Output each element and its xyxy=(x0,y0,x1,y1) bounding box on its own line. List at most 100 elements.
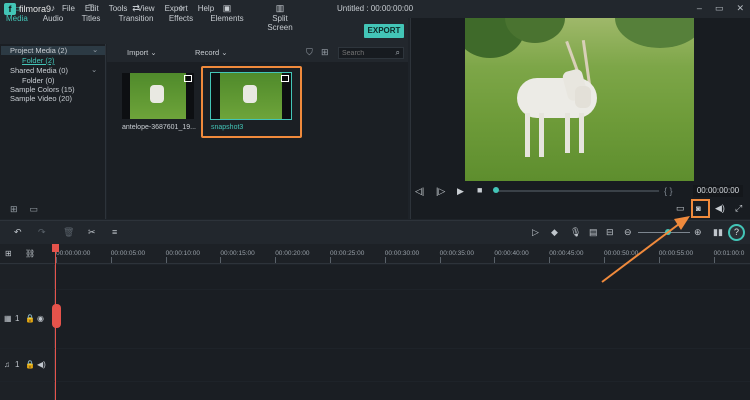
adjust-icon[interactable]: ≡ xyxy=(112,227,117,237)
ruler-tick-label: 00:00:20:00 xyxy=(275,250,310,257)
image-icon: ▣ xyxy=(222,3,232,13)
zoom-in-icon[interactable]: ⊕ xyxy=(694,227,702,238)
lock-icon[interactable]: 🔒 xyxy=(25,360,35,369)
zoom-slider-handle[interactable] xyxy=(665,229,671,235)
filter-icon[interactable]: ⛉ xyxy=(306,47,313,58)
toggle-panel-icon[interactable]: ▮▮ xyxy=(713,227,723,238)
audio-track-number: 1 xyxy=(15,360,20,369)
zoom-out-icon[interactable]: ⊖ xyxy=(624,227,632,238)
fit-timeline-icon[interactable]: ⊟ xyxy=(606,227,614,238)
record-dropdown[interactable]: Record ⌄ xyxy=(195,48,228,57)
ruler-tick xyxy=(604,257,605,263)
add-folder-icon[interactable]: ⊞ xyxy=(10,204,18,215)
tab-titles[interactable]: T Titles xyxy=(80,3,102,23)
library-item-label: Shared Media (0) xyxy=(10,66,68,75)
camera-snapshot-icon[interactable]: ◙ xyxy=(696,204,701,213)
library-item-sample-colors[interactable]: Sample Colors (15) xyxy=(10,85,75,94)
grid-view-icon[interactable]: ⊞ xyxy=(321,47,329,58)
text-icon: T xyxy=(88,3,94,13)
stop-icon[interactable]: ■ xyxy=(477,185,482,195)
clip-label: antelope-3687601_19... xyxy=(122,124,196,131)
redo-icon[interactable]: ↷ xyxy=(38,227,46,238)
previous-frame-icon[interactable]: ◁| xyxy=(415,186,424,197)
link-icon[interactable]: ⛓ xyxy=(25,249,35,258)
split-screen-icon: ▥ xyxy=(275,3,285,13)
tab-split-screen[interactable]: ▥ Split Screen xyxy=(260,3,300,32)
zoom-slider[interactable] xyxy=(638,232,690,233)
library-item-folder-2[interactable]: Folder (2) xyxy=(22,56,55,65)
video-track[interactable] xyxy=(56,290,750,348)
tab-elements[interactable]: ▣ Elements xyxy=(210,3,244,23)
ruler-tick xyxy=(439,257,441,263)
export-button[interactable]: EXPORT xyxy=(364,24,404,38)
play-icon[interactable]: ▶ xyxy=(457,186,464,197)
preview-video xyxy=(465,18,694,181)
close-button[interactable]: ✕ xyxy=(736,3,744,14)
track-header-bottom xyxy=(0,382,55,400)
add-track-icon[interactable]: ⊞ xyxy=(5,249,12,258)
step-back-icon[interactable]: |▷ xyxy=(436,186,445,197)
ruler-tick-label: 00:00:50:00 xyxy=(604,250,639,257)
ruler-tick-label: 00:00:15:00 xyxy=(220,250,255,257)
chevron-down-icon: ⌄ xyxy=(150,48,157,57)
chevron-down-icon[interactable]: ⌄ xyxy=(92,45,98,54)
help-button[interactable]: ? xyxy=(728,224,745,241)
letterbox-left xyxy=(122,73,130,119)
ruler-tick xyxy=(713,257,715,263)
undo-icon[interactable]: ↶ xyxy=(14,227,22,238)
tab-media-label: Media xyxy=(6,14,28,23)
library-item-folder-0[interactable]: Folder (0) xyxy=(22,76,55,85)
volume-icon[interactable]: ◀) xyxy=(715,203,725,214)
antelope-thumbnail xyxy=(243,85,257,103)
tab-media[interactable]: ▭ Media xyxy=(6,3,28,23)
antelope-leg xyxy=(539,113,544,157)
clip-label: snapshot3 xyxy=(211,124,244,131)
chevron-down-icon[interactable]: ⌄ xyxy=(91,65,97,74)
speaker-icon[interactable]: ◀) xyxy=(37,360,46,369)
clip-thumbnail[interactable] xyxy=(122,73,194,119)
audio-mixer-icon[interactable]: ▤ xyxy=(589,227,598,238)
chevron-down-icon: ⌄ xyxy=(221,48,228,57)
library-item-project-media[interactable]: Project Media (2) ⌄ xyxy=(1,45,105,55)
minimize-button[interactable]: – xyxy=(697,3,702,14)
library-item-shared-media[interactable]: Shared Media (0) ⌄ xyxy=(10,65,102,75)
media-type-icon xyxy=(184,75,192,82)
music-note-icon: ♫ xyxy=(4,360,10,369)
mark-in-out-icons[interactable]: { } xyxy=(664,186,673,196)
import-dropdown[interactable]: Import ⌄ xyxy=(127,48,157,57)
media-library-panel: Project Media (2) ⌄ Folder (2) Shared Me… xyxy=(0,44,106,219)
antelope-head xyxy=(575,86,591,108)
delete-icon[interactable]: 🗑 xyxy=(63,227,74,238)
search-icon[interactable]: ⌕ xyxy=(396,48,400,58)
clip-thumbnail[interactable] xyxy=(210,72,292,120)
marker-icon[interactable]: ◆ xyxy=(551,227,558,238)
playback-progress-handle[interactable] xyxy=(493,187,499,193)
ruler-tick-label: 00:00:30:00 xyxy=(384,250,420,257)
render-preview-icon[interactable]: ▭ xyxy=(676,203,685,214)
folder-icon[interactable]: ▭ xyxy=(30,204,39,215)
playback-progress-bar[interactable] xyxy=(495,190,659,192)
tab-audio[interactable]: ♪ Audio xyxy=(40,3,66,23)
render-icon[interactable]: ▷ xyxy=(532,227,539,238)
search-input[interactable] xyxy=(342,49,390,58)
ruler-tick-label: 00:00:00:00 xyxy=(56,250,91,257)
lock-icon[interactable]: 🔒 xyxy=(25,314,35,323)
maximize-button[interactable]: ▭ xyxy=(715,3,724,14)
tab-effects[interactable]: ✧ Effects xyxy=(168,3,194,23)
library-item-sample-video[interactable]: Sample Video (20) xyxy=(10,94,72,103)
search-box: ⌕ xyxy=(338,47,404,59)
playhead-marker[interactable] xyxy=(52,244,59,252)
cut-icon[interactable]: ✂ xyxy=(88,227,96,238)
effects-icon: ✧ xyxy=(177,3,185,13)
antelope-leg xyxy=(565,113,570,153)
tab-transition[interactable]: ⇄ Transition xyxy=(117,3,155,23)
fullscreen-icon[interactable]: ⤢ xyxy=(735,203,742,214)
antelope-leg xyxy=(525,113,530,157)
microphone-icon[interactable]: 🎙 xyxy=(570,227,581,238)
playhead-handle[interactable] xyxy=(52,304,61,328)
audio-track[interactable] xyxy=(56,349,750,381)
ruler-tick xyxy=(384,257,386,263)
track-header-empty xyxy=(0,265,55,289)
ruler-tick-label: 00:00:35:00 xyxy=(439,250,474,257)
eye-icon[interactable]: ◉ xyxy=(37,314,44,323)
